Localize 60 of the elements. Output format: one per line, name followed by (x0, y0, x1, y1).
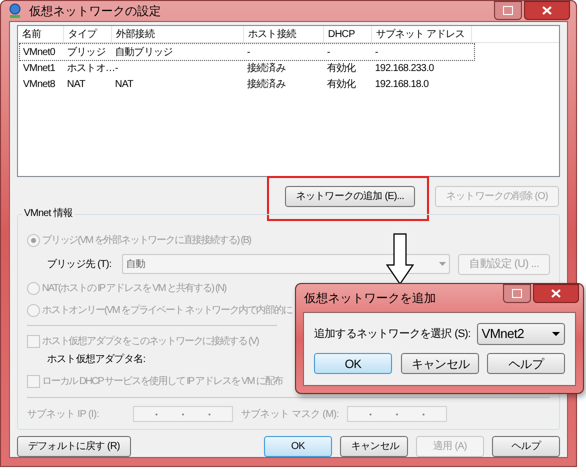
add-network-button[interactable]: ネットワークの追加 (E)... (284, 186, 415, 207)
table-cell-text: NAT (66, 78, 86, 92)
dialog-title: 仮想ネットワークを追加 (304, 290, 436, 307)
table-cell-text: VMnet8 (22, 78, 56, 92)
table-cell-text: ブリッジ (66, 46, 106, 60)
cancel-button[interactable]: キャンセル (400, 353, 478, 374)
table-cell-text: 192.168.233.0 (374, 62, 435, 76)
radio-label: ホストオンリー(VM をプライベート ネットワーク内で内部的に (42, 304, 292, 318)
field-label: サブネット マスク (M): (241, 408, 339, 422)
close-button[interactable] (524, 1, 570, 20)
window-icon (512, 289, 522, 298)
restore-defaults-button[interactable]: デフォルトに戻す (R) (17, 436, 131, 457)
network-dropdown[interactable]: VMnet2 (476, 323, 565, 345)
field-label: ブリッジ先 (T): (47, 258, 112, 272)
table-cell-text: VMnet1 (22, 62, 56, 76)
help-button[interactable]: ヘルプ (487, 353, 565, 374)
table-cell-text: VMnet0 (22, 46, 56, 60)
dropdown-arrow-icon (439, 262, 446, 266)
column-header[interactable]: サブネット アドレス (372, 26, 472, 42)
restore-button[interactable] (494, 1, 522, 20)
checkbox-label: ホスト仮想アダプタをこのネットワークに接続する (V) (42, 334, 258, 348)
table-cell-text: 接続済み (246, 62, 286, 76)
column-header[interactable]: DHCP (324, 26, 372, 42)
close-icon (542, 6, 552, 15)
column-header[interactable]: タイプ (64, 26, 112, 42)
table-row[interactable]: VMnet0 ブリッジ 自動ブリッジ - - - (20, 44, 474, 60)
table-row[interactable]: VMnet1 ホストオ…- 接続済み 有効化 192.168.233.0 (20, 60, 474, 76)
window-title: 仮想ネットワークの設定 (29, 3, 161, 20)
column-header[interactable]: 外部接続 (112, 26, 244, 42)
network-icon (7, 3, 23, 19)
table-cell-text: 有効化 (326, 62, 357, 76)
down-arrow (386, 233, 414, 285)
table-row[interactable]: VMnet8 NAT NAT 接続済み 有効化 192.168.18.0 (20, 76, 474, 92)
ok-button[interactable]: OK (314, 353, 392, 374)
table-cell-text: NAT (114, 78, 134, 92)
field-label: サブネット IP (I): (27, 408, 100, 422)
table-cell-text: 接続済み (246, 78, 286, 92)
radio-label: ブリッジ(VM を外部ネットワークに直接接続する) (B) (42, 234, 251, 248)
column-header[interactable]: ホスト接続 (244, 26, 324, 42)
table-cell-text: - (114, 62, 119, 76)
checkbox-label: ローカル DHCP サービスを使用して IP アドレスを VM に配布 (42, 374, 283, 388)
radio-label: NAT(ホストの IP アドレスを VM と共有する) (N) (42, 282, 226, 296)
help-button[interactable]: ヘルプ (492, 436, 560, 457)
table-cell-text: 自動ブリッジ (114, 46, 174, 60)
table-cell-text: 有効化 (326, 78, 357, 92)
window-icon (503, 6, 513, 15)
dropdown-arrow-icon (552, 332, 560, 336)
table-cell-text: - (326, 46, 331, 60)
table-cell-text: 192.168.18.0 (374, 78, 430, 92)
close-icon (551, 289, 561, 298)
table-cell-text: - (374, 46, 379, 60)
table-cell-text: ホストオ… (66, 62, 112, 76)
table-cell-text: - (246, 46, 251, 60)
cancel-button[interactable]: キャンセル (340, 436, 408, 457)
close-button[interactable] (533, 284, 579, 303)
ok-button[interactable]: OK (264, 436, 332, 457)
column-header[interactable]: 名前 (18, 26, 64, 42)
restore-button[interactable] (503, 284, 531, 303)
select-label: 追加するネットワークを選択 (S): (314, 326, 471, 342)
field-label: ホスト仮想アダプタ名: (46, 352, 146, 367)
